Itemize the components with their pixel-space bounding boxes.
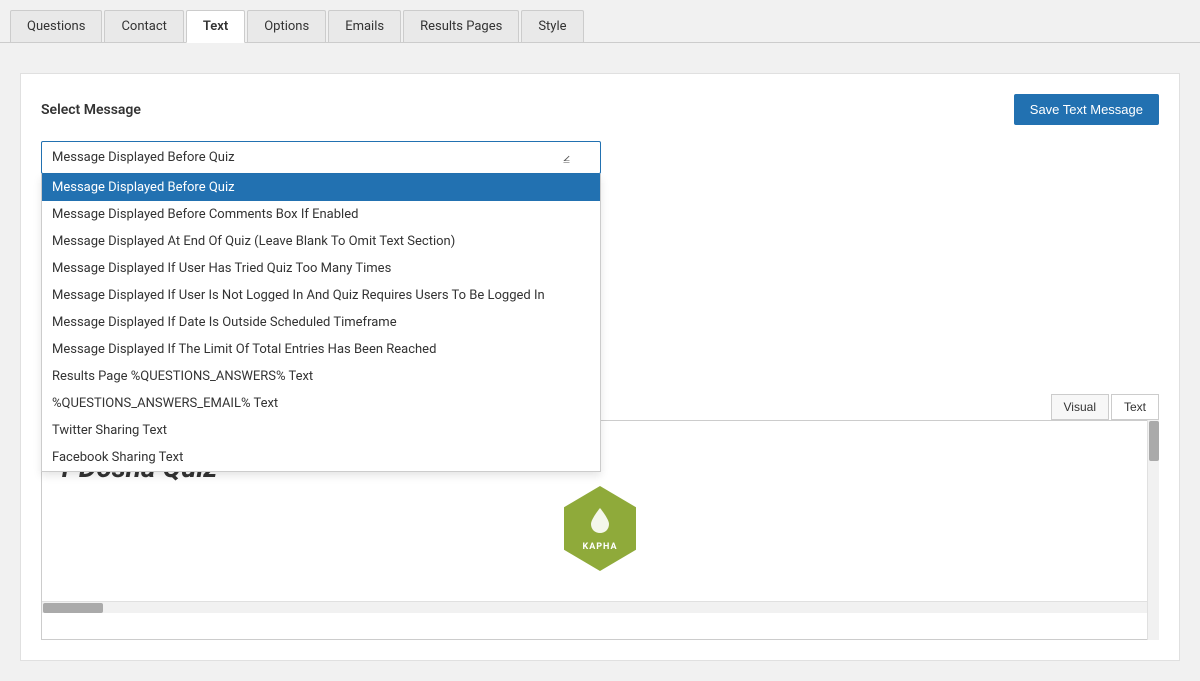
dropdown-item-not-logged-in[interactable]: Message Displayed If User Is Not Logged … (42, 282, 600, 309)
dropdown-item-before-comments[interactable]: Message Displayed Before Comments Box If… (42, 201, 600, 228)
dropdown-item-outside-timeframe[interactable]: Message Displayed If Date Is Outside Sch… (42, 309, 600, 336)
dropdown-item-too-many-times[interactable]: Message Displayed If User Has Tried Quiz… (42, 255, 600, 282)
section-label: Select Message (41, 102, 141, 118)
tab-text[interactable]: Text (186, 10, 245, 43)
card-header: Select Message Save Text Message (41, 94, 1159, 125)
water-drop-icon (589, 506, 611, 540)
dropdown-item-limit-reached[interactable]: Message Displayed If The Limit Of Total … (42, 336, 600, 363)
select-value: Message Displayed Before Quiz (52, 150, 235, 165)
select-display[interactable]: Message Displayed Before Quiz ⦤ (41, 141, 601, 174)
editor-visual-tab[interactable]: Visual (1051, 394, 1109, 420)
select-wrapper: Message Displayed Before Quiz ⦤ Message … (41, 141, 601, 174)
badge-container: KAPHA (560, 486, 640, 571)
scrollbar-thumb (1149, 421, 1159, 461)
card: Select Message Save Text Message Message… (20, 73, 1180, 661)
tab-emails[interactable]: Emails (328, 10, 401, 42)
badge-label: KAPHA (582, 542, 617, 552)
editor-text-tab[interactable]: Text (1111, 394, 1159, 420)
editor-scrollbar[interactable] (1147, 420, 1159, 640)
dropdown-item-facebook-sharing[interactable]: Facebook Sharing Text (42, 444, 600, 471)
tab-results-pages[interactable]: Results Pages (403, 10, 519, 42)
tab-contact[interactable]: Contact (104, 10, 183, 42)
kapha-badge: KAPHA (560, 486, 640, 571)
tab-bar: Questions Contact Text Options Emails Re… (0, 0, 1200, 43)
chevron-down-icon: ⦤ (563, 150, 570, 165)
tab-style[interactable]: Style (521, 10, 583, 42)
dropdown-item-results-answers-text[interactable]: Results Page %QUESTIONS_ANSWERS% Text (42, 363, 600, 390)
main-content: Select Message Save Text Message Message… (0, 43, 1200, 681)
dropdown-item-twitter-sharing[interactable]: Twitter Sharing Text (42, 417, 600, 444)
tab-questions[interactable]: Questions (10, 10, 102, 42)
bottom-scrollbar-thumb (43, 603, 103, 613)
save-text-message-button[interactable]: Save Text Message (1014, 94, 1159, 125)
tab-options[interactable]: Options (247, 10, 326, 42)
dropdown-item-before-quiz[interactable]: Message Displayed Before Quiz (42, 174, 600, 201)
bottom-scrollbar[interactable] (42, 601, 1158, 613)
dropdown-item-end-of-quiz[interactable]: Message Displayed At End Of Quiz (Leave … (42, 228, 600, 255)
dropdown-item-questions-answers-email[interactable]: %QUESTIONS_ANSWERS_EMAIL% Text (42, 390, 600, 417)
select-dropdown: Message Displayed Before Quiz Message Di… (41, 174, 601, 472)
